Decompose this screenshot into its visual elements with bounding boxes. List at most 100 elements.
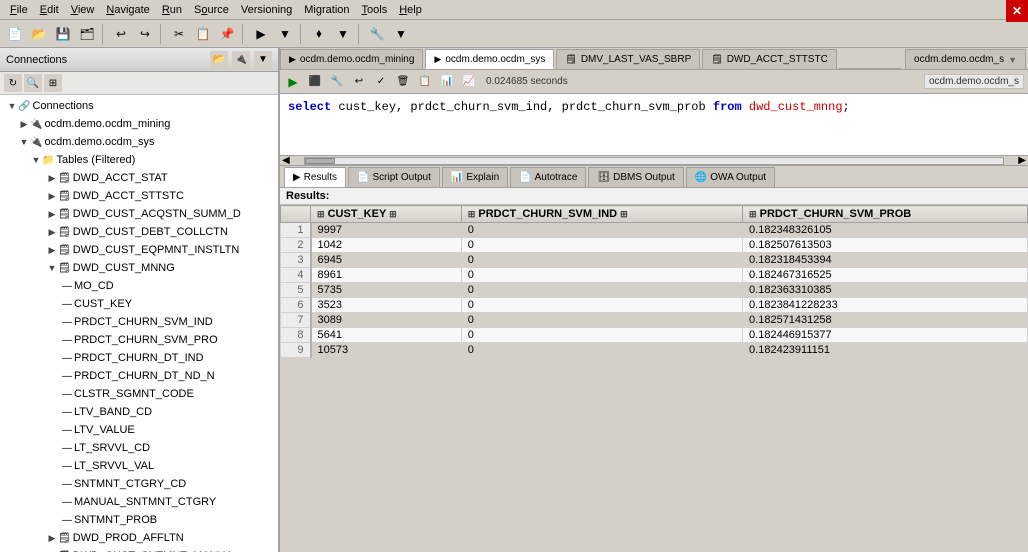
- tree-col-PRDCT-CHURN-SVM-PRO[interactable]: — PRDCT_CHURN_SVM_PRO: [2, 331, 276, 349]
- tree-connections-root[interactable]: ▼ 🔗 Connections: [2, 97, 276, 115]
- tree-col-CUST-KEY[interactable]: — CUST_KEY: [2, 295, 276, 313]
- menu-view[interactable]: View: [65, 2, 101, 18]
- tab-ocdm-sys[interactable]: ▶ ocdm.demo.ocdm_sys: [425, 49, 554, 69]
- menu-source[interactable]: Source: [188, 2, 235, 18]
- tab-ocdm-sys-right[interactable]: ocdm.demo.ocdm_s ▼: [905, 49, 1026, 69]
- scroll-right-icon[interactable]: ▶: [1016, 155, 1028, 166]
- results-tab-dbms[interactable]: 🗄 DBMS Output: [588, 167, 683, 187]
- stop-button[interactable]: ⬛: [306, 73, 324, 91]
- col-header-prdct-churn-svm-ind[interactable]: ⊞ PRDCT_CHURN_SVM_IND ⊞: [461, 206, 742, 223]
- filter-tree-button[interactable]: ⊞: [44, 74, 62, 92]
- new-button[interactable]: 📄: [4, 23, 26, 45]
- table-row[interactable]: 9 10573 0 0.182423911151: [281, 343, 1028, 358]
- paste-button[interactable]: 📌: [216, 23, 238, 45]
- search-button[interactable]: 🔍: [24, 74, 42, 92]
- tree-col-MO-CD[interactable]: — MO_CD: [2, 277, 276, 295]
- save-button[interactable]: 💾: [52, 23, 74, 45]
- table-row[interactable]: 5 5735 0 0.182363310385: [281, 283, 1028, 298]
- menu-tools[interactable]: Tools: [356, 2, 394, 18]
- tree-col-PRDCT-CHURN-DT-IND[interactable]: — PRDCT_CHURN_DT_IND: [2, 349, 276, 367]
- disconnect-button[interactable]: 🔌: [232, 51, 250, 69]
- results-tab-explain[interactable]: 📊 Explain: [442, 167, 508, 187]
- tree-col-PRDCT-CHURN-DT-ND[interactable]: — PRDCT_CHURN_DT_ND_N: [2, 367, 276, 385]
- rollback-button[interactable]: ↩: [350, 73, 368, 91]
- tree-DWD-PROD-AFFLTN[interactable]: ▶ 🗒 DWD_PROD_AFFLTN: [2, 529, 276, 547]
- menu-run[interactable]: Run: [156, 2, 188, 18]
- tree-col-CLSTR-SGMNT-CODE[interactable]: — CLSTR_SGMNT_CODE: [2, 385, 276, 403]
- tree-DWD-CUST-MNNG[interactable]: ▼ 🗒 DWD_CUST_MNNG: [2, 259, 276, 277]
- menu-versioning[interactable]: Versioning: [235, 2, 298, 18]
- copy-button[interactable]: 📋: [192, 23, 214, 45]
- redo-button[interactable]: ↪: [134, 23, 156, 45]
- tree-col-LT-SRVVL-CD[interactable]: — LT_SRVVL_CD: [2, 439, 276, 457]
- menu-navigate[interactable]: Navigate: [100, 2, 155, 18]
- sql-editor[interactable]: select cust_key, prdct_churn_svm_ind, pr…: [280, 94, 1028, 156]
- tree-DWD-ACCT-STAT[interactable]: ▶ 🗒 DWD_ACCT_STAT: [2, 169, 276, 187]
- results-tab-autotrace[interactable]: 📄 Autotrace: [510, 167, 586, 187]
- debug-options-button[interactable]: ▼: [332, 23, 354, 45]
- tab-close-icon[interactable]: ▼: [1008, 55, 1017, 65]
- debug-button[interactable]: ⬧: [308, 23, 330, 45]
- tree-DWD-CUST-EQPMNT[interactable]: ▶ 🗒 DWD_CUST_EQPMNT_INSTLTN: [2, 241, 276, 259]
- tab-dwd[interactable]: 🗒 DWD_ACCT_STTSTC: [702, 49, 837, 69]
- filter-button[interactable]: ▼: [254, 51, 272, 69]
- table-row[interactable]: 3 6945 0 0.182318453394: [281, 253, 1028, 268]
- refresh-button[interactable]: ↻: [4, 74, 22, 92]
- tree-col-PRDCT-CHURN-SVM-IND[interactable]: — PRDCT_CHURN_SVM_IND: [2, 313, 276, 331]
- table-row[interactable]: 4 8961 0 0.182467316525: [281, 268, 1028, 283]
- tree-ocdm-sys[interactable]: ▼ 🔌 ocdm.demo.ocdm_sys: [2, 133, 276, 151]
- undo-button[interactable]: ↩: [110, 23, 132, 45]
- compile-button[interactable]: 🔧: [328, 73, 346, 91]
- tree-DWD-ACCT-STTSTC[interactable]: ▶ 🗒 DWD_ACCT_STTSTC: [2, 187, 276, 205]
- new-connection-button[interactable]: 📂: [210, 51, 228, 69]
- save-all-button[interactable]: 🗂: [76, 23, 98, 45]
- tree-col-LTV-BAND-CD[interactable]: — LTV_BAND_CD: [2, 403, 276, 421]
- hscrollbar-thumb[interactable]: [305, 158, 335, 164]
- execute-button[interactable]: ▶: [284, 73, 302, 91]
- table-row[interactable]: 1 9997 0 0.182348326105: [281, 223, 1028, 238]
- table-row[interactable]: 7 3089 0 0.182571431258: [281, 313, 1028, 328]
- table-row[interactable]: 8 5641 0 0.182446915377: [281, 328, 1028, 343]
- menu-edit[interactable]: Edit: [34, 2, 65, 18]
- commit-button[interactable]: ✓: [372, 73, 390, 91]
- tools-button[interactable]: 🔧: [366, 23, 388, 45]
- col-header-cust-key[interactable]: ⊞ CUST_KEY ⊞: [311, 206, 462, 223]
- results-tab-results[interactable]: ▶ Results: [284, 167, 346, 187]
- history-button[interactable]: 📋: [416, 73, 434, 91]
- tree-col-LTV-VALUE[interactable]: — LTV_VALUE: [2, 421, 276, 439]
- open-button[interactable]: 📂: [28, 23, 50, 45]
- table-row[interactable]: 6 3523 0 0.1823841228233: [281, 298, 1028, 313]
- run-options-button[interactable]: ▼: [274, 23, 296, 45]
- run-button[interactable]: ▶: [250, 23, 272, 45]
- explain-button[interactable]: 📊: [438, 73, 456, 91]
- tools-options-button[interactable]: ▼: [390, 23, 412, 45]
- close-button[interactable]: ✕: [1006, 0, 1028, 22]
- col-label: CUST_KEY: [74, 298, 132, 310]
- tree-col-LT-SRVVL-VAL[interactable]: — LT_SRVVL_VAL: [2, 457, 276, 475]
- menu-help[interactable]: Help: [393, 2, 428, 18]
- cut-button[interactable]: ✂: [168, 23, 190, 45]
- tree-ocdm-mining[interactable]: ▶ 🔌 ocdm.demo.ocdm_mining: [2, 115, 276, 133]
- hscrollbar-track[interactable]: [304, 157, 1005, 165]
- table-row[interactable]: 2 1042 0 0.182507613503: [281, 238, 1028, 253]
- tree-DWD-CUST-ACQSTN[interactable]: ▶ 🗒 DWD_CUST_ACQSTN_SUMM_D: [2, 205, 276, 223]
- data-table-container[interactable]: ⊞ CUST_KEY ⊞ ⊞ PRDCT_CHURN_SVM_IND ⊞: [280, 205, 1028, 552]
- tab-dmv[interactable]: 🗒 DMV_LAST_VAS_SBRP: [556, 49, 700, 69]
- tab-ocdm-mining[interactable]: ▶ ocdm.demo.ocdm_mining: [280, 49, 423, 69]
- tree-tables-filtered[interactable]: ▼ 📁 Tables (Filtered): [2, 151, 276, 169]
- tree-col-SNTMNT-CTGRY-CD[interactable]: — SNTMNT_CTGRY_CD: [2, 475, 276, 493]
- autotrace-button[interactable]: 📈: [460, 73, 478, 91]
- menu-file[interactable]: File: [4, 2, 34, 18]
- editor-scrollbar[interactable]: ◀ ▶: [280, 156, 1028, 166]
- col-header-prdct-churn-svm-prob[interactable]: ⊞ PRDCT_CHURN_SVM_PROB: [743, 206, 1028, 223]
- tree-DWD-CUST-DEBT[interactable]: ▶ 🗒 DWD_CUST_DEBT_COLLCTN: [2, 223, 276, 241]
- menu-migration[interactable]: Migration: [298, 2, 355, 18]
- clear-button[interactable]: 🗑: [394, 73, 412, 91]
- tree-col-SNTMNT-PROB[interactable]: — SNTMNT_PROB: [2, 511, 276, 529]
- cell-churn-prob: 0.1823841228233: [743, 298, 1028, 313]
- results-tab-script[interactable]: 📄 Script Output: [348, 167, 440, 187]
- results-tab-owa[interactable]: 🌐 OWA Output: [686, 167, 775, 187]
- scroll-left-icon[interactable]: ◀: [280, 155, 292, 166]
- tree-DWD-CUST-SNTMNT[interactable]: ▶ 🗒 DWD_CUST_SNTMNT_MANUA: [2, 547, 276, 552]
- tree-col-MANUAL-SNTMNT[interactable]: — MANUAL_SNTMNT_CTGRY: [2, 493, 276, 511]
